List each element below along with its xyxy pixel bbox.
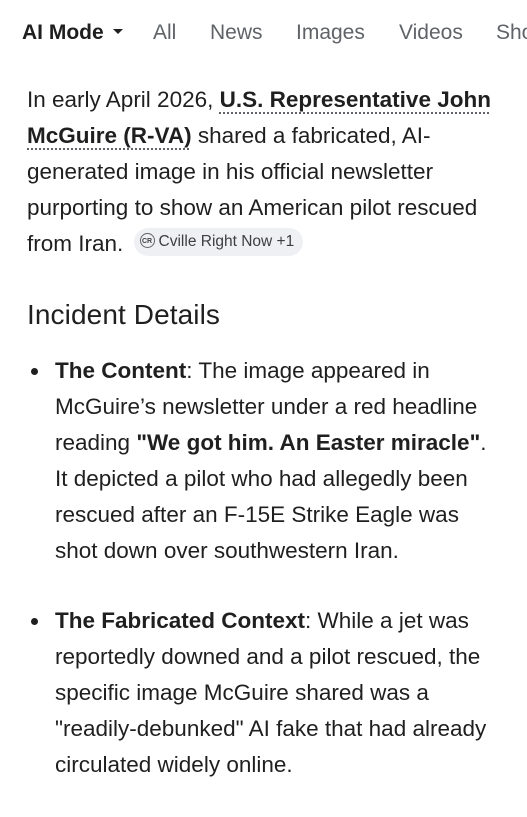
list-item-title: The Fabricated Context bbox=[55, 608, 306, 633]
source-chip-label: Cville Right Now +1 bbox=[158, 233, 295, 251]
tab-news[interactable]: News bbox=[210, 19, 263, 47]
list-item-quote: "We got him. An Easter miracle" bbox=[136, 430, 481, 455]
list-item: The Content: The image appeared in McGui… bbox=[0, 353, 505, 569]
tab-ai-mode[interactable]: AI Mode bbox=[22, 19, 124, 47]
tab-ai-mode-label: AI Mode bbox=[22, 21, 104, 44]
tab-all[interactable]: All bbox=[153, 19, 176, 47]
tab-videos[interactable]: Videos bbox=[399, 19, 463, 47]
list-item-text: : While a jet was reportedly downed and … bbox=[55, 608, 487, 777]
section-heading: Incident Details bbox=[27, 299, 221, 330]
tab-images[interactable]: Images bbox=[296, 19, 365, 47]
source-chip[interactable]: CR Cville Right Now +1 bbox=[133, 228, 304, 257]
list-item-title: The Content bbox=[55, 358, 187, 383]
caret-down-icon bbox=[112, 28, 123, 34]
intro-paragraph: In early April 2026, U.S. Representative… bbox=[27, 82, 511, 262]
intro-text-before: In early April 2026, bbox=[27, 87, 220, 112]
list-item: The Fabricated Context: While a jet was … bbox=[0, 603, 505, 783]
search-tabs: AI Mode All News Images Videos Sho bbox=[0, 0, 527, 66]
ai-answer-intro: In early April 2026, U.S. Representative… bbox=[27, 82, 511, 262]
details-list: The Content: The image appeared in McGui… bbox=[0, 353, 527, 817]
tab-shopping[interactable]: Sho bbox=[496, 19, 527, 47]
cville-logo-icon: CR bbox=[139, 232, 155, 248]
